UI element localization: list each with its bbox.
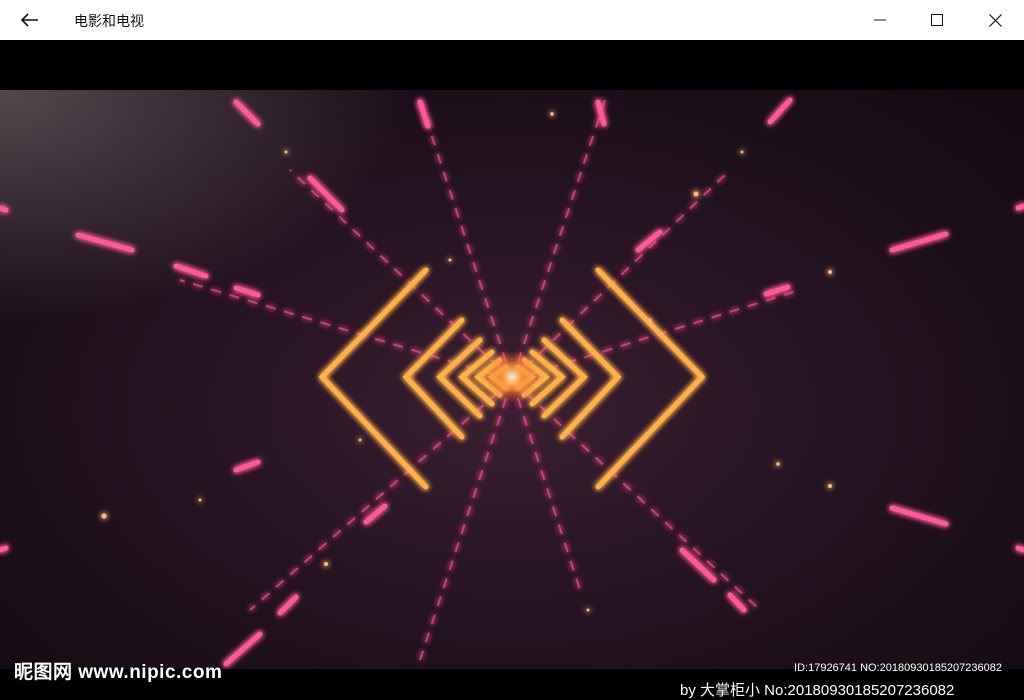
- app-title: 电影和电视: [74, 14, 144, 30]
- maximize-icon: [931, 14, 943, 26]
- watermark-cut-text: by 大掌柜小 No:20180930185207236082: [680, 682, 955, 699]
- close-button[interactable]: [972, 0, 1018, 40]
- letterbox-top: [0, 40, 1024, 90]
- maximize-button[interactable]: [914, 0, 960, 40]
- arrow-left-icon: [21, 13, 38, 27]
- minimize-button[interactable]: [857, 0, 903, 40]
- title-bar: 电影和电视: [0, 0, 1024, 40]
- video-frame[interactable]: [0, 90, 1024, 669]
- back-button[interactable]: [12, 4, 48, 36]
- close-icon: [988, 13, 1002, 27]
- minimize-icon: [874, 19, 886, 21]
- neon-tunnel-graphic: [0, 90, 1024, 669]
- watermark-logo: 昵图网 www.nipic.com: [14, 662, 223, 683]
- watermark-id: ID:17926741 NO:20180930185207236082: [794, 662, 1002, 674]
